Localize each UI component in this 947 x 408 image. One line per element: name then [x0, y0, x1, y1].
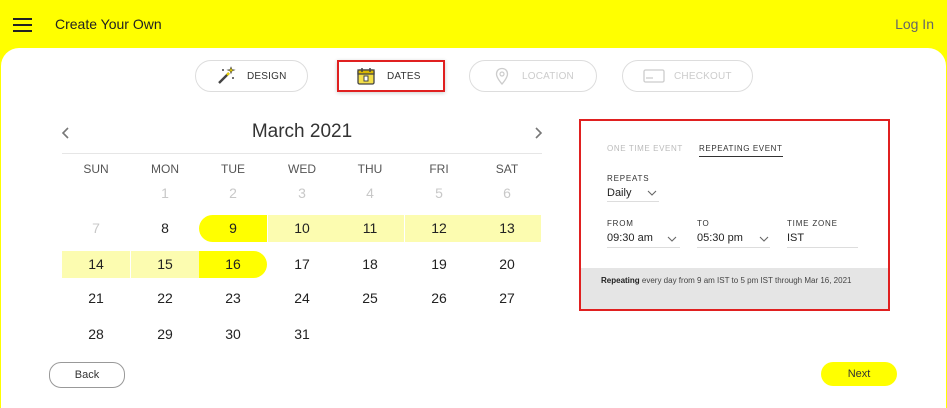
timezone-field[interactable]: IST — [787, 232, 858, 248]
weekday-wed: WED — [288, 162, 316, 176]
hamburger-menu-icon[interactable] — [13, 18, 32, 32]
calendar-day-empty — [62, 180, 130, 207]
step-design-label: DESIGN — [247, 71, 287, 82]
calendar-day[interactable]: 8 — [131, 215, 199, 242]
to-label: TO — [697, 219, 710, 228]
calendar-day[interactable]: 17 — [268, 251, 336, 278]
calendar-day[interactable]: 31 — [268, 321, 336, 348]
weekday-sat: SAT — [495, 162, 519, 176]
repeats-underline — [607, 201, 659, 202]
calendar-day[interactable]: 16 — [199, 251, 267, 278]
tab-one-time-event[interactable]: ONE TIME EVENT — [607, 144, 683, 153]
calendar-day[interactable]: 29 — [131, 321, 199, 348]
calendar-month-title: March 2021 — [251, 121, 353, 142]
top-bar: Create Your Own Log In — [0, 0, 947, 50]
calendar-day[interactable]: 27 — [473, 285, 541, 312]
to-chevron-down-icon — [759, 236, 769, 242]
calendar-day[interactable]: 12 — [405, 215, 473, 242]
calendar-day: 1 — [161, 185, 169, 201]
calendar-day[interactable]: 30 — [199, 321, 267, 348]
step-progress: DESIGN DATES LOCATION CHECKOUT — [0, 60, 947, 92]
step-checkout[interactable]: CHECKOUT — [622, 60, 753, 92]
step-dates[interactable]: DATES — [337, 60, 445, 92]
calendar-day[interactable]: 28 — [62, 321, 130, 348]
back-button[interactable]: Back — [49, 362, 125, 388]
step-location-label: LOCATION — [522, 71, 574, 82]
tab-repeating-event[interactable]: REPEATING EVENT — [699, 144, 783, 157]
repeat-summary-text: Repeating every day from 9 am IST to 5 p… — [601, 275, 871, 287]
calendar-day[interactable]: 18 — [336, 251, 404, 278]
weekday-thu: THU — [357, 162, 383, 176]
calendar-divider — [62, 153, 542, 154]
calendar-day[interactable]: 21 — [62, 285, 130, 312]
calendar-day[interactable]: 26 — [405, 285, 473, 312]
repeats-label: REPEATS — [607, 174, 650, 183]
calendar-day[interactable]: 9 — [199, 215, 267, 242]
step-design[interactable]: DESIGN — [195, 60, 308, 92]
location-pin-icon — [495, 67, 509, 85]
calendar-day: 3 — [298, 185, 306, 201]
step-checkout-label: CHECKOUT — [674, 71, 732, 82]
calendar-day[interactable]: 22 — [131, 285, 199, 312]
next-button[interactable]: Next — [821, 362, 897, 386]
credit-card-icon — [643, 69, 665, 83]
event-settings-panel: ONE TIME EVENT REPEATING EVENT REPEATS D… — [579, 119, 890, 311]
calendar-day: 7 — [92, 220, 100, 236]
calendar-day: 2 — [229, 185, 237, 201]
calendar-day[interactable]: 11 — [336, 215, 404, 242]
calendar-day: 4 — [366, 185, 374, 201]
weekday-mon: MON — [151, 162, 179, 176]
summary-rest: every day from 9 am IST to 5 pm IST thro… — [639, 276, 852, 285]
from-chevron-down-icon — [667, 236, 677, 242]
timezone-label: TIME ZONE — [787, 219, 838, 228]
weekday-sun: SUN — [83, 162, 109, 176]
repeats-chevron-down-icon — [647, 190, 657, 196]
calendar-day[interactable]: 14 — [62, 251, 130, 278]
app-title: Create Your Own — [55, 16, 162, 32]
next-month-chevron-icon[interactable] — [531, 124, 545, 142]
calendar-icon — [357, 68, 375, 85]
login-link[interactable]: Log In — [895, 16, 934, 32]
step-location[interactable]: LOCATION — [469, 60, 597, 92]
calendar-day[interactable]: 19 — [405, 251, 473, 278]
calendar-day[interactable]: 10 — [268, 215, 336, 242]
calendar-day[interactable]: 20 — [473, 251, 541, 278]
calendar-day[interactable]: 23 — [199, 285, 267, 312]
calendar-day[interactable]: 24 — [268, 285, 336, 312]
repeat-summary: Repeating every day from 9 am IST to 5 p… — [581, 268, 888, 309]
from-label: FROM — [607, 219, 634, 228]
calendar-day: 6 — [503, 185, 511, 201]
weekday-fri: FRI — [429, 162, 449, 176]
calendar-day[interactable]: 13 — [473, 215, 541, 242]
summary-bold: Repeating — [601, 276, 640, 285]
calendar-day: 5 — [435, 185, 443, 201]
calendar-day[interactable]: 25 — [336, 285, 404, 312]
magic-wand-icon — [218, 66, 236, 84]
step-dates-label: DATES — [387, 71, 421, 82]
weekday-tue: TUE — [221, 162, 245, 176]
calendar-day[interactable]: 15 — [131, 251, 199, 278]
